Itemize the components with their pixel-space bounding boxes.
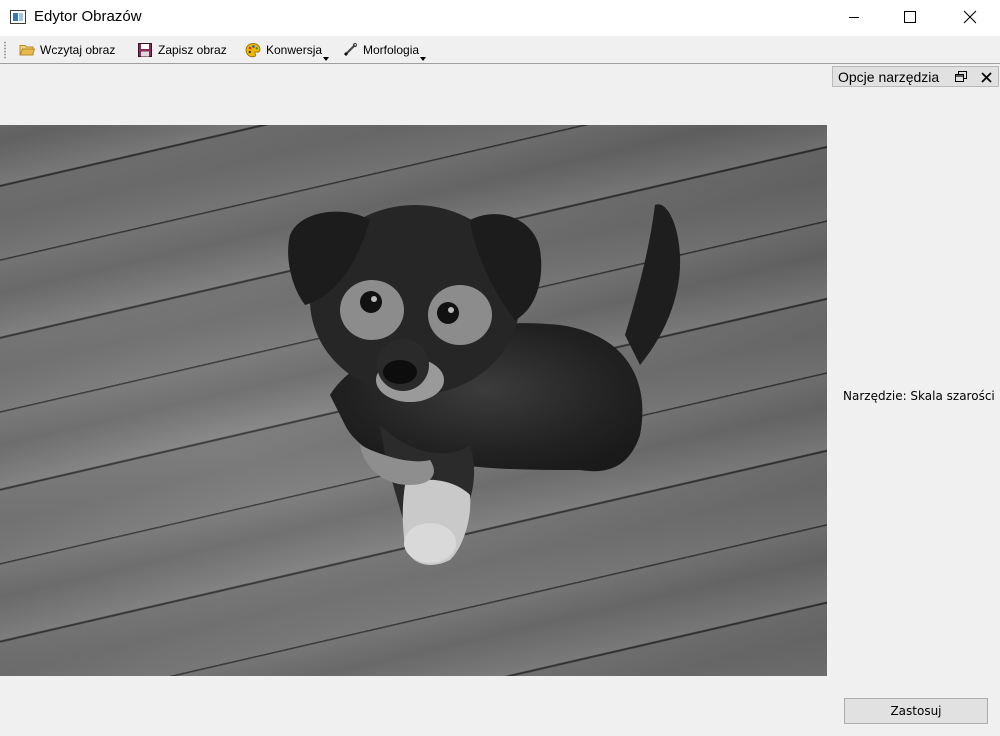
load-image-button[interactable]: Wczytaj obraz (19, 40, 115, 60)
float-window-icon[interactable] (954, 70, 968, 84)
close-window-button[interactable] (947, 0, 993, 34)
puppy-photo (288, 204, 681, 565)
apply-button[interactable]: Zastosuj (844, 698, 988, 724)
app-window-icon (10, 10, 26, 24)
save-image-button[interactable]: Zapisz obraz (137, 40, 227, 60)
title-bar: Edytor Obrazów (0, 0, 1000, 36)
floppy-disk-icon (137, 42, 153, 58)
folder-open-icon (19, 42, 36, 58)
main-window: Edytor Obrazów Wczytaj obraz Zapisz obra… (0, 0, 1000, 736)
close-icon[interactable] (979, 70, 993, 84)
minimize-icon (849, 17, 859, 18)
palette-icon (245, 42, 261, 58)
chevron-down-icon (420, 57, 427, 61)
close-icon (963, 10, 977, 24)
chevron-down-icon (323, 57, 330, 61)
convert-menu-button[interactable]: Konwersja (245, 40, 330, 61)
convert-label: Konwersja (266, 43, 323, 57)
window-title: Edytor Obrazów (34, 8, 142, 25)
current-tool-label: Narzędzie: Skala szarości (843, 389, 995, 403)
tool-options-dock-header[interactable]: Opcje narzędzia (832, 66, 999, 87)
maximize-button[interactable] (887, 0, 933, 34)
load-image-label: Wczytaj obraz (40, 43, 116, 57)
toolbar-grip[interactable] (4, 41, 6, 59)
image-canvas[interactable] (0, 125, 827, 676)
maximize-icon (904, 11, 916, 23)
brush-icon (342, 42, 358, 58)
morphology-label: Morfologia (363, 43, 420, 57)
minimize-button[interactable] (831, 0, 877, 34)
save-image-label: Zapisz obraz (158, 43, 227, 57)
toolbar: Wczytaj obraz Zapisz obraz Konwersja Mor… (0, 37, 1000, 64)
morphology-menu-button[interactable]: Morfologia (342, 40, 427, 61)
dock-title: Opcje narzędzia (838, 69, 940, 85)
